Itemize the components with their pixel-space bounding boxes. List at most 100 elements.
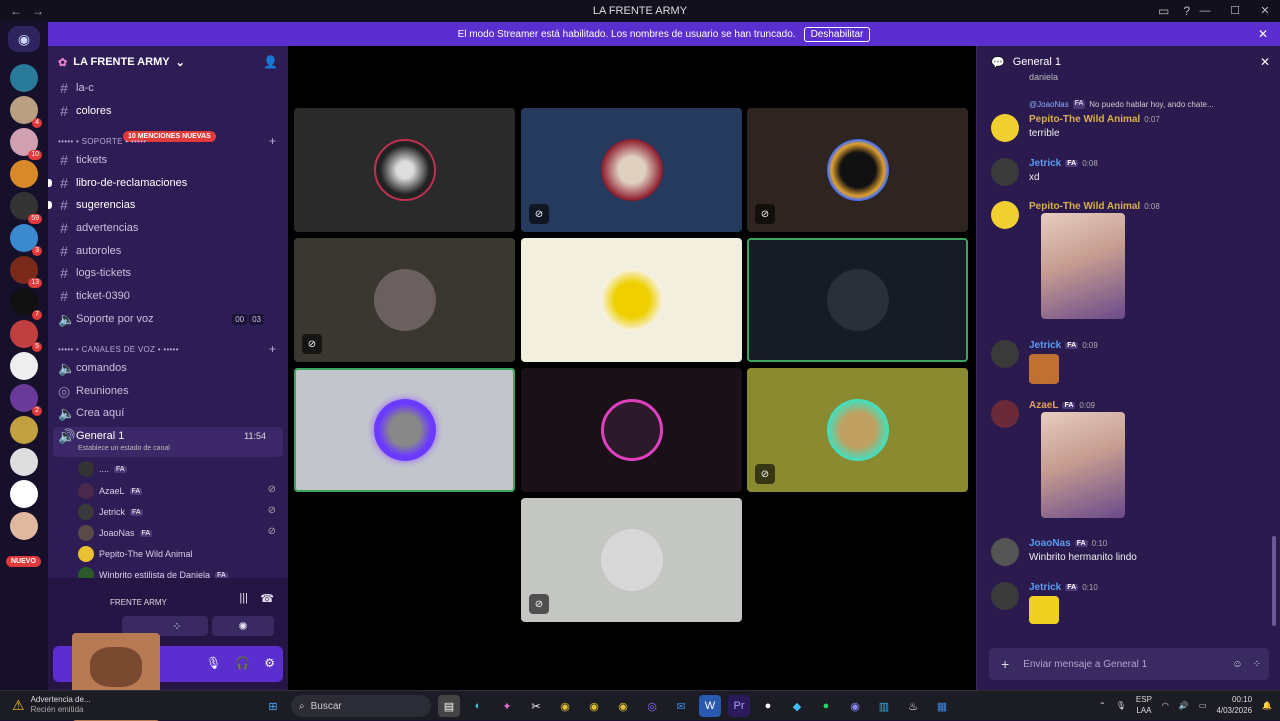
headphones-icon[interactable]: 🎧 xyxy=(235,656,250,670)
video-tile-speaking[interactable] xyxy=(294,368,515,492)
discord-icon[interactable]: ◉ xyxy=(844,695,866,717)
server-icon[interactable]: 2 xyxy=(10,384,42,416)
forward-arrow-icon[interactable]: → xyxy=(32,4,44,18)
server-icon[interactable]: 7 xyxy=(10,288,42,320)
avatar[interactable] xyxy=(991,582,1019,610)
message-author[interactable]: Jetrick xyxy=(1029,582,1061,593)
voice-user[interactable]: AzaeL FA xyxy=(78,481,143,501)
video-tile[interactable]: ⊘ xyxy=(747,108,968,232)
voice-user[interactable]: Jetrick FA xyxy=(78,502,143,522)
server-icon[interactable] xyxy=(10,448,38,476)
chrome-icon[interactable]: ◉ xyxy=(583,695,605,717)
video-tile[interactable] xyxy=(294,108,515,232)
app-icon[interactable]: ◆ xyxy=(786,695,808,717)
add-channel-icon[interactable]: + xyxy=(269,134,276,148)
word-icon[interactable]: W xyxy=(699,695,721,717)
server-icon[interactable]: 13 xyxy=(10,256,42,288)
outlook-icon[interactable]: ✉ xyxy=(670,695,692,717)
close-chat-icon[interactable]: ✕ xyxy=(1260,55,1270,69)
video-tile[interactable]: ⊘ xyxy=(521,498,742,622)
message-composer[interactable]: + Enviar mensaje a General 1 ☺ ⁘ xyxy=(989,648,1269,680)
minimize-button[interactable]: — xyxy=(1190,0,1220,22)
settings-gear-icon[interactable]: ⚙ xyxy=(264,656,275,670)
voice-channel-item[interactable]: 🔈 comandos xyxy=(58,358,278,378)
channel-item[interactable]: # tickets xyxy=(58,150,278,170)
channel-item[interactable]: # logs-tickets xyxy=(58,263,278,283)
server-icon[interactable] xyxy=(10,64,38,92)
server-icon[interactable] xyxy=(10,480,38,508)
server-icon[interactable]: 10 xyxy=(10,128,42,160)
message-image[interactable] xyxy=(1041,412,1125,518)
channel-item[interactable]: # advertencias xyxy=(58,218,278,238)
channel-item[interactable]: # sugerencias xyxy=(48,195,278,215)
message-author[interactable]: Jetrick xyxy=(1029,158,1061,169)
voice-channel-item[interactable]: 🔊 General 1 11:54 xyxy=(58,426,278,446)
avatar[interactable] xyxy=(991,340,1019,368)
server-icon[interactable]: 4 xyxy=(10,96,42,128)
guild-header[interactable]: ✿ LA FRENTE ARMY ⌄ 👤 xyxy=(48,46,288,78)
mic-icon[interactable]: 🎙 xyxy=(206,656,221,670)
maximize-button[interactable]: ☐ xyxy=(1220,0,1250,22)
notifications-icon[interactable]: 🔔 xyxy=(1262,701,1272,710)
notepad-icon[interactable]: ▥ xyxy=(873,695,895,717)
server-icon[interactable]: 59 xyxy=(10,192,42,224)
volume-icon[interactable]: 🔊 xyxy=(1179,701,1189,710)
server-icon[interactable] xyxy=(10,416,38,444)
disable-streamer-button[interactable]: Deshabilitar xyxy=(803,26,871,42)
wifi-icon[interactable]: ◠ xyxy=(1162,701,1169,710)
chrome-icon[interactable]: ◉ xyxy=(612,695,634,717)
channel-status[interactable]: Establece un estado de canal xyxy=(78,445,170,452)
file-explorer-icon[interactable]: ▤ xyxy=(438,695,460,717)
steam-icon[interactable]: ♨ xyxy=(902,695,924,717)
video-tile-speaking[interactable] xyxy=(747,238,968,362)
noise-suppression-icon[interactable]: ||| xyxy=(239,592,248,604)
clock-time[interactable]: 00:10 xyxy=(1216,694,1252,705)
video-tile[interactable] xyxy=(521,238,742,362)
message-author[interactable]: Pepito-The Wild Animal xyxy=(1029,114,1140,125)
banner-close-icon[interactable]: ✕ xyxy=(1258,27,1268,41)
spotify-icon[interactable]: ● xyxy=(815,695,837,717)
emoji-icon[interactable]: ☺ xyxy=(1232,659,1242,670)
copilot-icon[interactable]: ✦ xyxy=(496,695,518,717)
server-icon[interactable]: 5 xyxy=(10,320,42,352)
message-author[interactable]: Jetrick xyxy=(1029,340,1061,351)
language-code[interactable]: ESP xyxy=(1136,694,1152,705)
back-arrow-icon[interactable]: ← xyxy=(10,4,22,18)
notification-area[interactable]: ⚠ Advertencia de... Recién emitida xyxy=(12,695,91,715)
snipping-icon[interactable]: ✂ xyxy=(525,695,547,717)
server-icon[interactable] xyxy=(10,160,38,188)
disconnect-icon[interactable]: ☎ xyxy=(260,592,274,605)
avatar[interactable] xyxy=(991,201,1019,229)
message-image[interactable] xyxy=(1041,213,1125,319)
video-tile[interactable]: ⊘ xyxy=(521,108,742,232)
channel-item[interactable]: # libro-de-reclamaciones xyxy=(48,173,278,193)
server-icon[interactable] xyxy=(10,352,38,380)
chat-scrollbar[interactable] xyxy=(1272,536,1276,626)
category-support[interactable]: ••••• • SOPORTE • ••••• xyxy=(58,137,146,146)
voice-user[interactable]: JoaoNas FA xyxy=(78,523,153,543)
voice-channel-item[interactable]: ◎ Reuniones xyxy=(58,381,278,401)
message-author[interactable]: Pepito-The Wild Animal xyxy=(1029,201,1140,212)
video-tile[interactable]: ⊘ xyxy=(294,238,515,362)
battery-icon[interactable]: ▭ xyxy=(1199,701,1207,710)
message-author[interactable]: AzaeL xyxy=(1029,400,1058,411)
premiere-icon[interactable]: Pr xyxy=(728,695,750,717)
sticker-image[interactable] xyxy=(1029,596,1059,624)
avatar[interactable] xyxy=(991,114,1019,142)
message-input[interactable]: Enviar mensaje a General 1 xyxy=(1023,659,1147,670)
voice-user[interactable]: Pepito-The Wild Animal xyxy=(78,544,193,564)
windows-start-icon[interactable]: ⊞ xyxy=(262,695,284,717)
avatar[interactable] xyxy=(991,400,1019,428)
channel-item[interactable]: # autoroles xyxy=(58,241,278,261)
avatar[interactable] xyxy=(991,538,1019,566)
voice-user[interactable]: .... FA xyxy=(78,459,127,479)
taskbar-search[interactable]: ⌕ Buscar xyxy=(291,695,431,717)
soundboard-button[interactable]: ✺ xyxy=(212,616,274,636)
invite-icon[interactable]: 👤 xyxy=(263,55,278,69)
obs-icon[interactable]: ● xyxy=(757,695,779,717)
avatar[interactable] xyxy=(991,158,1019,186)
category-voice[interactable]: ••••• • CANALES DE VOZ • ••••• xyxy=(58,345,179,354)
browser-icon[interactable]: ◎ xyxy=(641,695,663,717)
keyboard-layout[interactable]: LAA xyxy=(1136,705,1152,716)
add-channel-icon[interactable]: + xyxy=(269,342,276,356)
